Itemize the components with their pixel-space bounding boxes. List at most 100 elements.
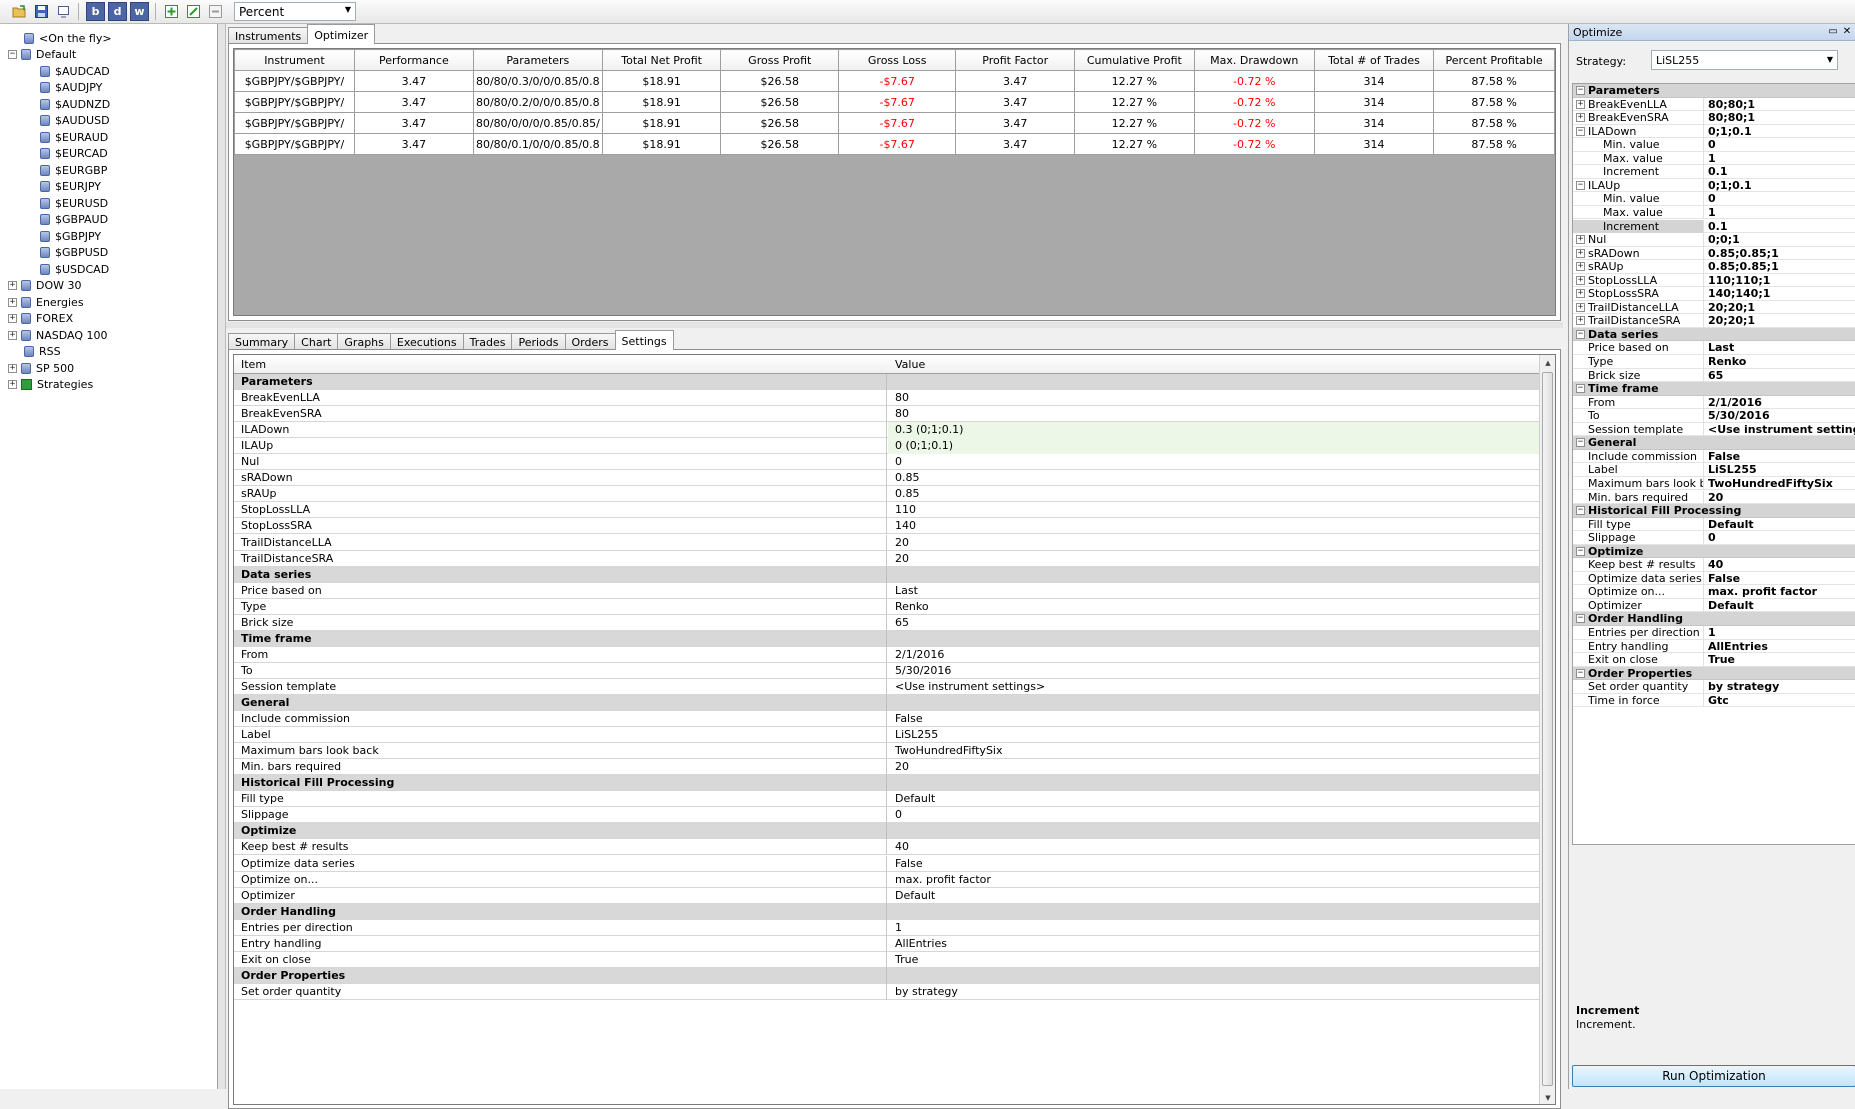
property-value[interactable]: 0 [1705,192,1855,206]
table-row[interactable]: $GBPJPY/$GBPJPY/3.47 80/80/0.3/0/0/0.85/0… [234,70,1555,92]
property-row[interactable]: + TrailDistanceSRA 20;20;1 [1573,314,1855,328]
property-category[interactable]: − Time frame [1573,382,1855,396]
property-row[interactable]: Type Renko [1573,355,1855,369]
settings-row[interactable]: TrailDistanceSRA 20 [234,550,1540,567]
property-value[interactable]: 80;80;1 [1705,111,1855,125]
property-category[interactable]: − Parameters [1573,84,1855,98]
settings-row[interactable]: TrailDistanceLLA 20 [234,534,1540,551]
property-row[interactable]: Session template<Use instrument settings… [1573,422,1855,437]
property-value[interactable]: Renko [1705,355,1855,369]
property-value[interactable]: Last [1705,341,1855,355]
property-row[interactable]: Optimize on... max. profit factor [1573,585,1855,599]
tree-item[interactable]: $AUDCAD [40,63,110,79]
settings-row[interactable]: Optimize on... max. profit factor [234,871,1540,888]
tab-executions[interactable]: Executions [389,333,464,350]
left-splitter[interactable] [218,24,226,1089]
property-value[interactable]: LiSL255 [1705,463,1855,477]
tree-item[interactable]: $USDCAD [40,261,109,277]
column-header[interactable]: Profit Factor [955,49,1076,71]
tree-item[interactable]: $EURJPY [40,179,101,195]
settings-row[interactable]: Min. bars required 20 [234,759,1540,776]
settings-row[interactable]: StopLossSRA 140 [234,518,1540,535]
settings-row[interactable]: Entry handling AllEntries [234,935,1540,952]
column-header[interactable]: Max. Drawdown [1193,49,1315,71]
column-header[interactable]: Parameters [472,49,603,71]
column-header[interactable]: Cumulative Profit [1074,49,1195,71]
property-row[interactable]: Maximum bars look bacTwoHundredFiftySix [1573,476,1855,491]
tree-item[interactable]: <On the fly> [24,30,112,46]
settings-category[interactable]: Data series [234,566,1540,583]
property-value[interactable]: 0.85;0.85;1 [1705,260,1855,274]
export-icon[interactable] [54,2,73,21]
property-row[interactable]: Optimizer Default [1573,598,1855,613]
settings-row[interactable]: Price based on Last [234,582,1540,599]
property-value[interactable]: 5/30/2016 [1705,409,1855,423]
property-value[interactable]: <Use instrument settings> [1705,423,1855,437]
property-row[interactable]: Entries per direction 1 [1573,626,1855,640]
property-row[interactable]: − ILAUp 0;1;0.1 [1573,178,1855,193]
tree-item[interactable]: $GBPAUD [40,212,108,228]
tree-item[interactable]: + DOW 30 [8,278,82,294]
strategy-select[interactable]: LiSL255 ▼ [1651,50,1838,70]
settings-row[interactable]: Include commission False [234,711,1540,728]
settings-row[interactable]: Set order quantity by strategy [234,983,1540,1000]
settings-row[interactable]: Label LiSL255 [234,727,1540,744]
property-row[interactable]: + BreakEvenLLA 80;80;1 [1573,97,1855,112]
property-value[interactable]: 110;110;1 [1705,274,1855,288]
settings-row[interactable]: Brick size 65 [234,614,1540,631]
settings-row[interactable]: Keep best # results 40 [234,839,1540,856]
property-row[interactable]: Brick size 65 [1573,368,1855,383]
property-value[interactable]: 0;0;1 [1705,233,1855,247]
settings-row[interactable]: To 5/30/2016 [234,662,1540,679]
tree-item[interactable]: $AUDJPY [40,80,102,96]
property-row[interactable]: Fill type Default [1573,517,1855,532]
settings-row[interactable]: Session template <Use instrument settings… [234,678,1540,695]
expand-icon[interactable]: + [8,380,17,389]
close-icon[interactable]: ✕ [1841,26,1853,38]
property-category[interactable]: − Data series [1573,327,1855,342]
tab-graphs[interactable]: Graphs [337,333,391,350]
property-value[interactable]: Gtc [1705,694,1855,708]
property-category[interactable]: − Order Handling [1573,612,1855,626]
property-category[interactable]: − Order Properties [1573,666,1855,681]
property-row[interactable]: Include commission False [1573,449,1855,464]
property-row[interactable]: Exit on close True [1573,653,1855,667]
tree-item[interactable]: $AUDUSD [40,113,110,129]
property-value[interactable]: Default [1705,518,1855,532]
settings-row[interactable]: Optimizer Default [234,887,1540,904]
tree-item[interactable]: $GBPJPY [40,228,101,244]
property-value[interactable]: 0;1;0.1 [1705,125,1855,139]
settings-row[interactable]: Type Renko [234,598,1540,615]
tree-item[interactable]: − Default [8,47,76,63]
tree-item[interactable]: RSS [24,344,61,360]
property-value[interactable]: False [1705,572,1855,586]
tree-item[interactable]: $EURCAD [40,146,108,162]
d-icon[interactable]: d [108,2,127,21]
scroll-down-icon[interactable]: ▼ [1540,1090,1555,1104]
mode-select[interactable]: Percent ▼ [234,2,356,21]
add-icon[interactable] [162,2,181,21]
property-value[interactable]: False [1705,450,1855,464]
tab-settings[interactable]: Settings [614,330,674,350]
column-header[interactable]: Performance [353,49,474,71]
property-row[interactable]: From 2/1/2016 [1573,395,1855,410]
settings-row[interactable]: ILAUp 0 (0;1;0.1) [234,438,1540,455]
settings-row[interactable]: Nul 0 [234,454,1540,471]
property-row[interactable]: Optimize data series False [1573,571,1855,586]
property-value[interactable]: 65 [1705,369,1855,383]
settings-category[interactable]: Order Properties [234,967,1540,984]
tree-item[interactable]: $EURAUD [40,129,108,145]
property-row[interactable]: To 5/30/2016 [1573,409,1855,423]
property-row[interactable]: − ILADown 0;1;0.1 [1573,124,1855,139]
settings-category[interactable]: Parameters [234,374,1540,390]
settings-row[interactable]: ILADown 0.3 (0;1;0.1) [234,422,1540,439]
property-value[interactable]: 20 [1705,491,1855,505]
tree-item[interactable]: $EURUSD [40,195,108,211]
settings-row[interactable]: Optimize data series False [234,855,1540,872]
tab-instruments[interactable]: Instruments [228,27,309,44]
property-value[interactable]: 0.1 [1705,165,1855,179]
column-header[interactable]: Total Net Profit [601,49,722,71]
settings-category[interactable]: Time frame [234,630,1540,647]
tab-orders[interactable]: Orders [564,333,616,350]
property-row[interactable]: + Nul 0;0;1 [1573,233,1855,247]
